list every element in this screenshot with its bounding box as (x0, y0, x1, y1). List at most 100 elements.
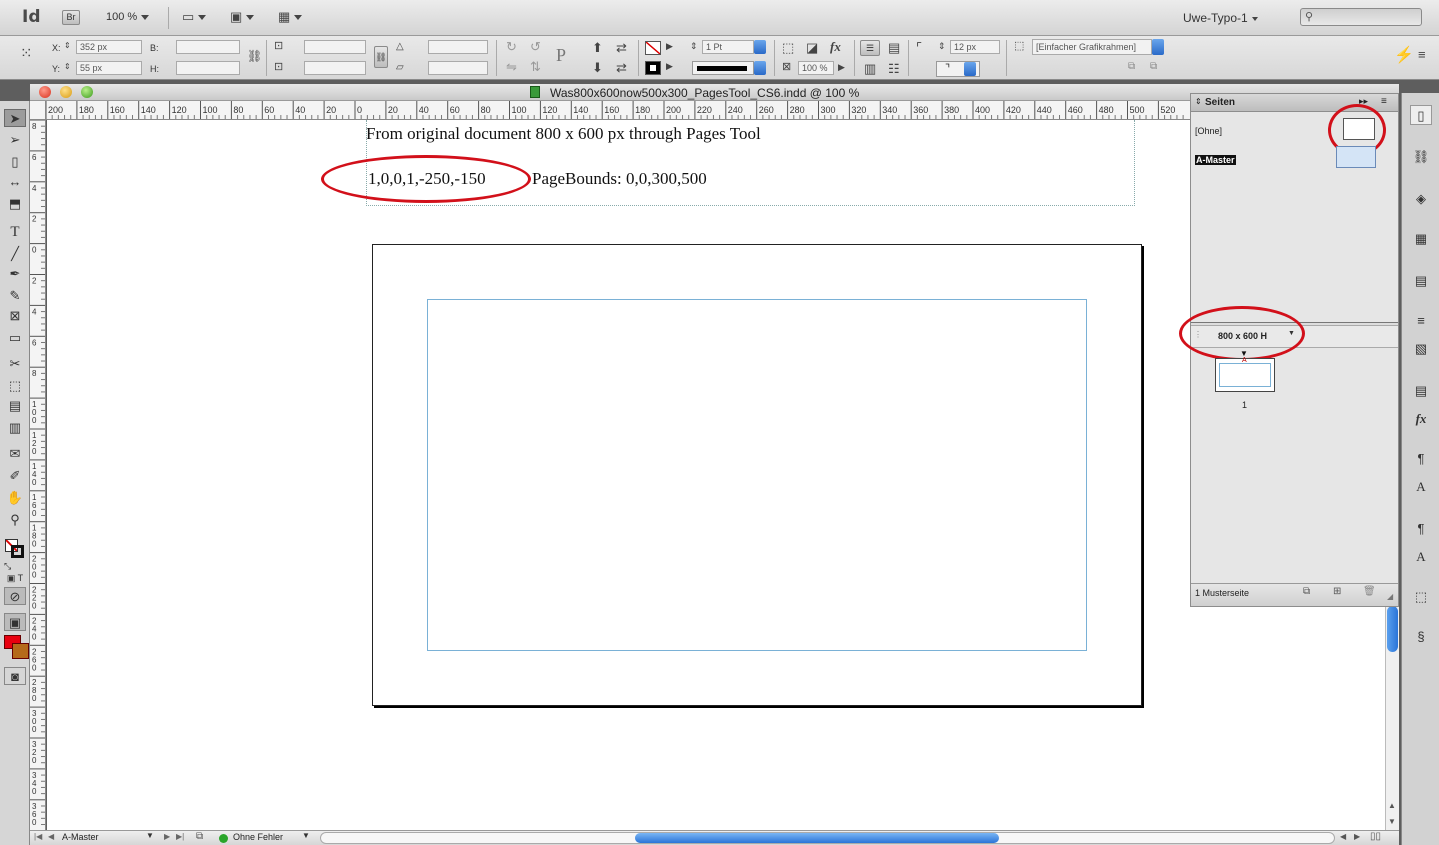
layers-panel-icon[interactable]: ◈ (1410, 189, 1432, 209)
clear-overrides-icon[interactable]: ⧉ (1128, 62, 1135, 72)
pages-panel-icon[interactable]: ▯ (1410, 105, 1432, 125)
last-page-icon[interactable]: ▶| (176, 832, 184, 841)
width-field[interactable] (176, 40, 240, 54)
eyedropper-tool-icon[interactable]: ✐ (4, 467, 26, 485)
text-wrap-none-button[interactable]: ☰ (860, 40, 880, 56)
paragraph-panel-icon[interactable]: ¶ (1410, 449, 1432, 469)
rotate-ccw-icon[interactable]: ↺ (530, 40, 541, 53)
stepper-icon[interactable]: ⇕ (938, 42, 946, 51)
character-style-icon[interactable]: A (1410, 547, 1432, 567)
object-style-options-icon[interactable]: ⧉ (1150, 62, 1157, 72)
a-master-thumbnail[interactable] (1336, 146, 1376, 168)
height-field[interactable] (176, 61, 240, 75)
object-styles-panel-icon[interactable]: ⬚ (1410, 587, 1432, 607)
screen-mode-icon[interactable]: ▣ (230, 10, 255, 23)
zoom-window-button[interactable] (81, 86, 93, 98)
stroke-weight-field[interactable]: 1 Pt (702, 40, 754, 54)
selection-tool-icon[interactable]: ➤ (4, 109, 26, 127)
hand-tool-icon[interactable]: ✋ (4, 489, 26, 507)
split-view-icon[interactable]: ▯▯ (1370, 831, 1381, 842)
stroke-type-dropdown[interactable] (692, 61, 754, 75)
delete-page-icon[interactable]: 🗑 (1363, 586, 1376, 597)
paragraph-style-icon[interactable]: ¶ (1410, 519, 1432, 539)
rotation-icon[interactable]: △ (396, 42, 404, 52)
scroll-down-icon[interactable]: ▼ (1388, 817, 1396, 826)
object-style-button[interactable] (1152, 39, 1164, 55)
quick-apply-lightning-icon[interactable]: ⚡ (1394, 48, 1414, 64)
opacity-icon[interactable]: ⬚ (782, 41, 794, 54)
page-1-thumbnail[interactable]: A (1215, 357, 1275, 392)
page-field[interactable]: A-Master (62, 832, 144, 844)
fill-stroke-proxy[interactable] (5, 539, 25, 559)
object-style-dropdown[interactable]: [Einfacher Grafikrahmen] (1032, 39, 1152, 55)
content-collector-icon[interactable]: ⬒ (4, 195, 26, 213)
text-wrap-shape-icon[interactable]: ▥ (864, 62, 876, 75)
line-tool-icon[interactable]: ╱ (4, 245, 26, 263)
rotation-field[interactable] (428, 40, 488, 54)
rectangle-tool-icon[interactable]: ▭ (4, 329, 26, 347)
swatches-panel-icon[interactable]: ▦ (1410, 229, 1432, 249)
fill-none-swatch[interactable] (645, 41, 661, 55)
effects-panel-icon[interactable]: fx (1410, 409, 1432, 429)
workspace-dropdown[interactable]: Uwe-Typo-1 (1183, 11, 1258, 25)
bridge-button[interactable]: Br (62, 10, 80, 25)
panel-collapse-icon[interactable]: ⇕ (1195, 97, 1202, 106)
effects-fx-icon[interactable]: fx (830, 40, 841, 53)
horizontal-ruler[interactable]: 200 180 160 140 120 100 80 60 40 20 0 20 40 60 80 100 12… (46, 101, 1385, 120)
flip-horizontal-icon[interactable]: ⇋ (506, 60, 517, 73)
search-input[interactable]: ⚲ (1300, 8, 1422, 26)
stepper-icon[interactable]: ⇕ (64, 63, 71, 71)
gradient-feather-tool-icon[interactable]: ▥ (4, 419, 26, 437)
scroll-left-icon[interactable]: ◀ (1340, 832, 1346, 841)
corner-shape-button[interactable] (964, 62, 976, 76)
stepper-icon[interactable]: ⇕ (64, 42, 71, 50)
screen-mode-icon[interactable]: ◙ (4, 667, 26, 685)
reference-point-icon[interactable]: ⁙ (20, 46, 33, 61)
scroll-right-icon[interactable]: ▶ (1354, 832, 1360, 841)
zoom-tool-icon[interactable]: ⚲ (4, 511, 26, 529)
arrange-documents-icon[interactable]: ▦ (278, 10, 303, 23)
scale-x-field[interactable] (304, 40, 366, 54)
shear-field[interactable] (428, 61, 488, 75)
corner-options-icon[interactable]: ⌜ (916, 41, 922, 54)
object-style-icon[interactable]: ⬚ (1014, 41, 1024, 52)
preflight-status[interactable]: Ohne Fehler (233, 832, 283, 842)
opacity-field[interactable]: 100 % (798, 61, 834, 75)
stroke-menu-icon[interactable]: ▶ (666, 62, 673, 71)
corner-size-field[interactable]: 12 px (950, 40, 1000, 54)
scissors-tool-icon[interactable]: ✂ (4, 355, 26, 373)
horizontal-scrollbar[interactable] (320, 832, 1335, 844)
scripts-panel-icon[interactable]: § (1410, 627, 1432, 647)
direct-selection-tool-icon[interactable]: ➢ (4, 131, 26, 149)
constrain-scale-button[interactable]: ⛓ (374, 46, 388, 68)
scale-x-icon[interactable]: ⊡ (274, 41, 283, 52)
select-previous-icon[interactable]: ⇄ (616, 41, 627, 54)
drop-shadow-icon[interactable]: ◪ (806, 41, 818, 54)
text-wrap-panel-icon[interactable]: ▤ (1410, 271, 1432, 291)
type-tool-icon[interactable]: T (4, 223, 26, 241)
scroll-thumb[interactable] (1387, 606, 1398, 652)
flip-vertical-icon[interactable]: ⇅ (530, 60, 541, 73)
preflight-menu-icon[interactable]: ▼ (302, 831, 310, 840)
ruler-origin[interactable] (30, 101, 46, 120)
select-next-icon[interactable]: ⇄ (616, 61, 627, 74)
fill-menu-icon[interactable]: ▶ (666, 42, 673, 51)
zoom-dropdown[interactable]: 100 % (106, 11, 150, 23)
minimize-window-button[interactable] (60, 86, 72, 98)
panel-menu-icon[interactable]: ≡ (1418, 48, 1426, 61)
select-content-icon[interactable]: ⬇ (592, 61, 603, 74)
scroll-up-icon[interactable]: ▲ (1388, 801, 1396, 810)
pen-tool-icon[interactable]: ✒ (4, 265, 26, 283)
x-field[interactable]: 352 px (76, 40, 142, 54)
page-tool-icon[interactable]: ▯ (4, 153, 26, 171)
text-wrap-bbox-icon[interactable]: ▤ (888, 41, 900, 54)
scale-y-icon[interactable]: ⊡ (274, 62, 283, 73)
select-container-icon[interactable]: ⬆ (592, 41, 603, 54)
gradient-swatch-tool-icon[interactable]: ▤ (4, 397, 26, 415)
panel-options-menu-icon[interactable]: ≡ (1381, 96, 1387, 107)
vertical-ruler[interactable]: 8642024681001201401601802002202402602803… (30, 120, 46, 830)
rotate-cw-icon[interactable]: ↻ (506, 40, 517, 53)
note-tool-icon[interactable]: ✉ (4, 445, 26, 463)
scale-percent-icon[interactable]: ⊠ (782, 62, 791, 73)
scale-y-field[interactable] (304, 61, 366, 75)
